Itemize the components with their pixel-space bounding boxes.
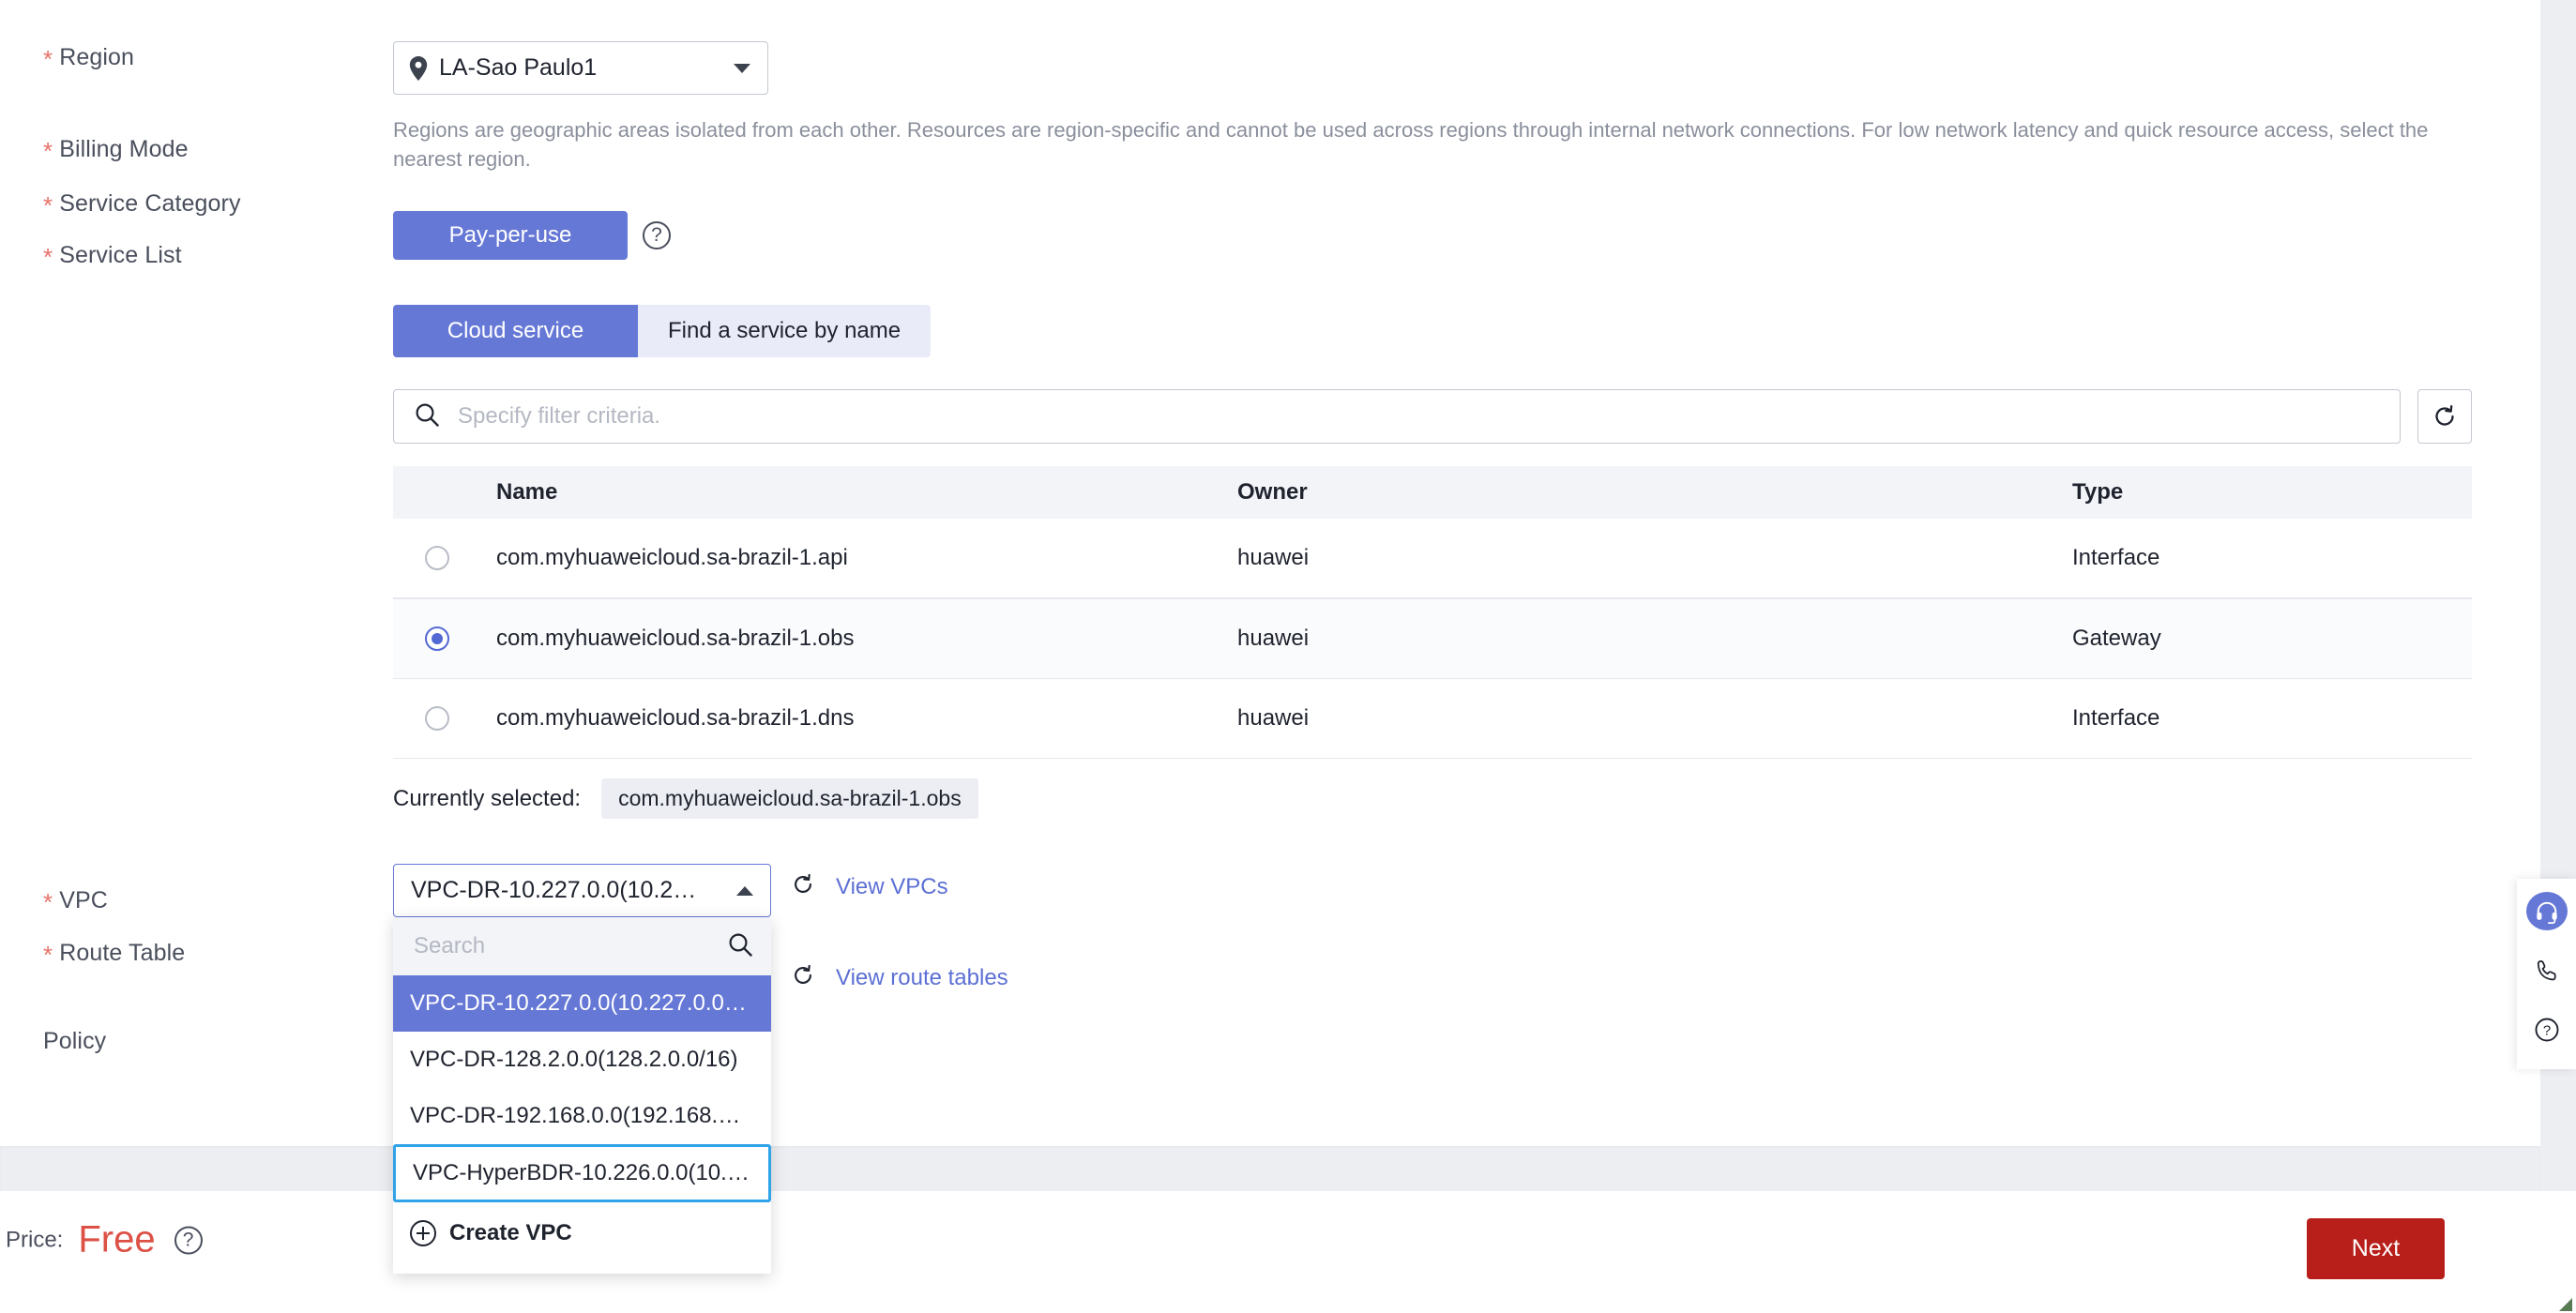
cell-owner: huawei <box>1237 626 1310 651</box>
question-circle-icon[interactable]: ? <box>643 221 671 249</box>
view-route-tables-link[interactable]: View route tables <box>836 965 1008 991</box>
tab-cloud-service[interactable]: Cloud service <box>393 305 638 357</box>
service-category-label: * Service Category <box>43 190 241 219</box>
svg-text:?: ? <box>2542 1022 2550 1038</box>
search-icon <box>728 932 752 961</box>
billing-mode-label: * Billing Mode <box>43 136 189 165</box>
floating-support-toolbar: ? <box>2517 879 2576 1069</box>
resize-corner-icon <box>2559 1298 2572 1311</box>
panel-divider-strip <box>0 1146 2540 1191</box>
region-hint: Regions are geographic areas isolated fr… <box>393 118 2429 171</box>
refresh-icon[interactable] <box>791 963 815 992</box>
column-header-type: Type <box>2072 479 2124 505</box>
row-radio-cell <box>393 706 496 731</box>
cell-name: com.myhuaweicloud.sa-brazil-1.obs <box>496 626 855 651</box>
next-button[interactable]: Next <box>2307 1218 2445 1279</box>
table-row[interactable]: com.myhuaweicloud.sa-brazil-1.obs huawei… <box>393 598 2472 679</box>
create-vpc-button[interactable]: Create VPC <box>393 1202 771 1264</box>
region-label: * Region <box>43 44 135 73</box>
location-pin-icon <box>409 55 428 81</box>
phone-icon[interactable] <box>2526 951 2568 989</box>
service-category-segmented-control: Cloud service Find a service by name <box>393 305 932 357</box>
vpc-option[interactable]: VPC-HyperBDR-10.226.0.0(10.… <box>393 1144 771 1202</box>
view-route-tables-link-group[interactable]: View route tables <box>791 963 1008 992</box>
row-radio-cell <box>393 626 496 651</box>
cell-owner: huawei <box>1237 545 1310 570</box>
view-vpcs-link-group[interactable]: View VPCs <box>791 872 948 901</box>
refresh-icon[interactable] <box>791 872 815 901</box>
radio-button[interactable] <box>425 546 449 570</box>
headset-icon[interactable] <box>2525 892 2568 930</box>
required-star-route-table: * <box>43 941 53 969</box>
cell-name: com.myhuaweicloud.sa-brazil-1.dns <box>496 705 855 731</box>
table-row[interactable]: com.myhuaweicloud.sa-brazil-1.api huawei… <box>393 519 2472 598</box>
price-value: Free <box>78 1218 156 1260</box>
billing-mode-pay-per-use-button[interactable]: Pay-per-use <box>393 211 628 260</box>
column-header-name: Name <box>496 479 558 505</box>
vpc-dropdown-search[interactable] <box>393 917 771 975</box>
chevron-up-icon <box>736 885 753 896</box>
refresh-service-list-button[interactable] <box>2417 389 2472 444</box>
price-group: Price: Free ? <box>6 1219 203 1261</box>
vpc-option[interactable]: VPC-DR-192.168.0.0(192.168.… <box>393 1088 771 1144</box>
vpc-search-input[interactable] <box>412 932 728 960</box>
column-header-owner: Owner <box>1237 479 1308 505</box>
view-vpcs-link[interactable]: View VPCs <box>836 874 948 900</box>
table-header-row: Name Owner Type <box>393 466 2472 519</box>
vpc-select[interactable]: VPC-DR-10.227.0.0(10.2… <box>393 864 771 917</box>
cell-name: com.myhuaweicloud.sa-brazil-1.api <box>496 545 848 570</box>
service-list-table: Name Owner Type com.myhuaweicloud.sa-bra… <box>393 466 2472 759</box>
form-panel: * Region LA-Sao Paulo1 Regions are geogra… <box>0 0 2540 1146</box>
policy-label: Policy <box>43 1028 107 1054</box>
required-star-billing: * <box>43 137 53 165</box>
vpc-option[interactable]: VPC-DR-128.2.0.0(128.2.0.0/16) <box>393 1032 771 1088</box>
cell-owner: huawei <box>1237 705 1310 731</box>
vpc-dropdown: VPC-DR-10.227.0.0(10.227.0.0… VPC-DR-128… <box>393 917 771 1274</box>
route-table-label: * Route Table <box>43 940 186 969</box>
required-star-service-category: * <box>43 191 53 219</box>
vpc-selected-value: VPC-DR-10.227.0.0(10.2… <box>411 877 697 903</box>
required-star-service-list: * <box>43 243 53 271</box>
required-star-vpc: * <box>43 888 53 916</box>
tab-find-a-service-by-name[interactable]: Find a service by name <box>638 305 932 357</box>
vpc-option[interactable]: VPC-DR-10.227.0.0(10.227.0.0… <box>393 975 771 1032</box>
required-star-region: * <box>43 45 53 73</box>
row-radio-cell <box>393 546 496 570</box>
create-vpc-label: Create VPC <box>449 1220 572 1245</box>
currently-selected: Currently selected: com.myhuaweicloud.sa… <box>393 778 978 819</box>
page-root: * Region LA-Sao Paulo1 Regions are geogra… <box>0 0 2576 1313</box>
radio-button[interactable] <box>425 626 449 651</box>
table-row[interactable]: com.myhuaweicloud.sa-brazil-1.dns huawei… <box>393 679 2472 759</box>
service-list-label: * Service List <box>43 242 182 271</box>
region-select[interactable]: LA-Sao Paulo1 <box>393 41 768 95</box>
radio-button[interactable] <box>425 706 449 731</box>
vpc-label: * VPC <box>43 887 108 916</box>
cell-type: Interface <box>2072 705 2160 731</box>
search-input[interactable] <box>456 402 2400 430</box>
cell-type: Gateway <box>2072 626 2161 651</box>
question-circle-icon[interactable]: ? <box>2526 1010 2568 1049</box>
currently-selected-label: Currently selected: <box>393 785 582 811</box>
currently-selected-chip: com.myhuaweicloud.sa-brazil-1.obs <box>601 778 978 819</box>
question-circle-icon[interactable]: ? <box>174 1226 203 1254</box>
cell-type: Interface <box>2072 545 2160 570</box>
plus-circle-icon <box>410 1220 436 1246</box>
search-icon <box>415 402 439 431</box>
service-filter-box[interactable] <box>393 389 2401 444</box>
region-value: LA-Sao Paulo1 <box>439 54 598 81</box>
chevron-down-icon <box>734 63 750 73</box>
footer-bar <box>0 1191 2576 1313</box>
price-label: Price: <box>6 1227 64 1252</box>
